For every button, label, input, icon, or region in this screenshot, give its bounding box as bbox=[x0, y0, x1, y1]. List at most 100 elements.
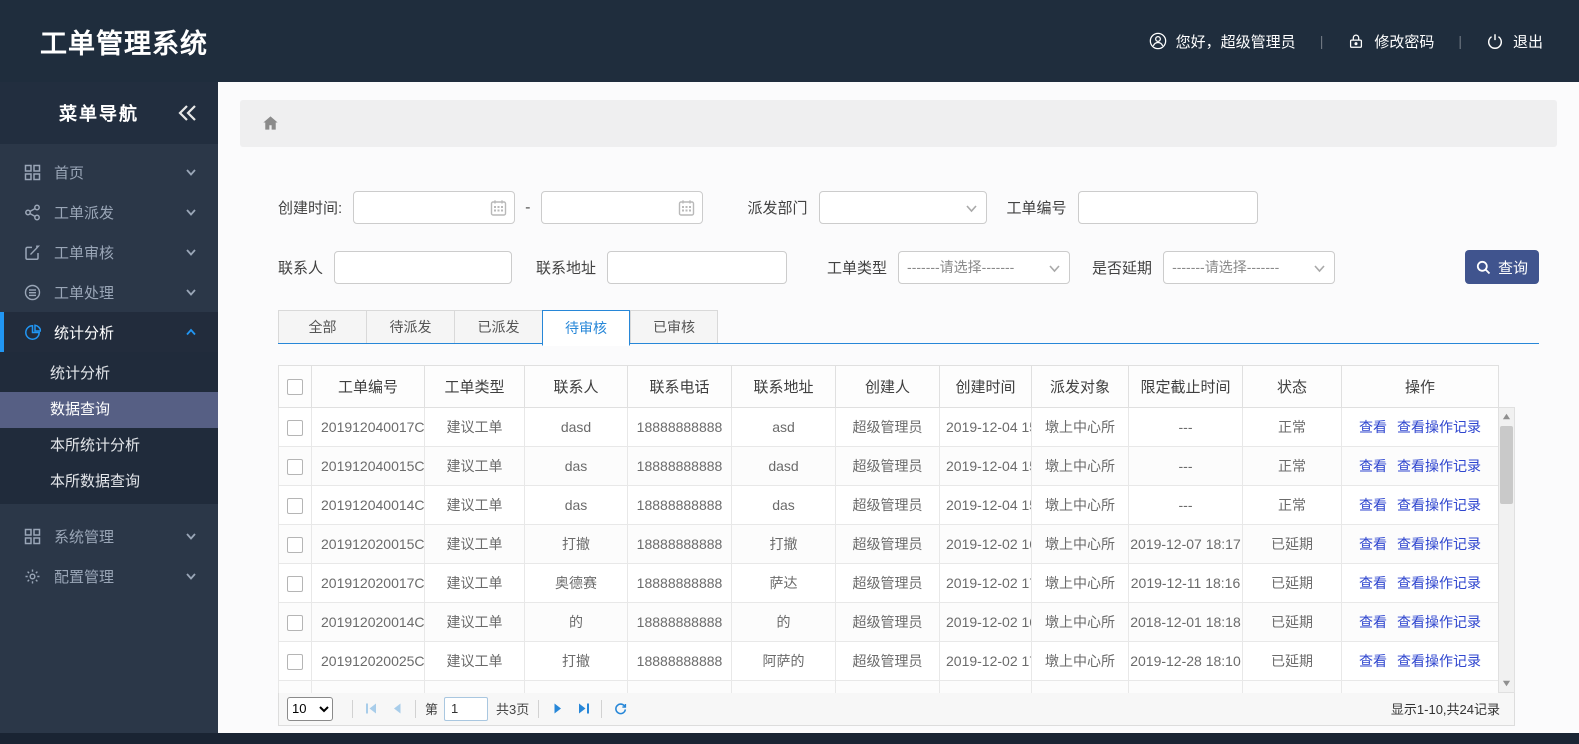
view-log-link[interactable]: 查看操作记录 bbox=[1397, 419, 1481, 435]
last-page-icon[interactable] bbox=[574, 700, 592, 718]
calendar-icon[interactable] bbox=[490, 199, 507, 216]
first-page-icon[interactable] bbox=[362, 700, 380, 718]
create-time-start-input[interactable] bbox=[353, 191, 516, 224]
view-link[interactable]: 查看 bbox=[1359, 419, 1387, 435]
refresh-icon[interactable] bbox=[611, 700, 629, 718]
cell-operations: 查看 查看操作记录 bbox=[1341, 524, 1499, 564]
row-checkbox[interactable] bbox=[287, 614, 303, 631]
row-checkbox[interactable] bbox=[287, 497, 303, 514]
grid-icon bbox=[24, 164, 41, 181]
column-header-派发对象[interactable]: 派发对象 bbox=[1031, 365, 1129, 408]
view-link[interactable]: 查看 bbox=[1359, 458, 1387, 474]
view-log-link[interactable]: 查看操作记录 bbox=[1397, 497, 1481, 513]
sidebar-item-配置管理[interactable]: 配置管理 bbox=[0, 556, 218, 596]
page-size-select[interactable]: 10 bbox=[287, 696, 333, 721]
sidebar-item-首页[interactable]: 首页 bbox=[0, 152, 218, 192]
row-checkbox[interactable] bbox=[287, 458, 303, 475]
sidebar-subitem-数据查询[interactable]: 数据查询 bbox=[0, 392, 218, 428]
home-icon[interactable] bbox=[261, 114, 280, 133]
sidebar-subitem-本所数据查询[interactable]: 本所数据查询 bbox=[0, 464, 218, 500]
column-header-操作[interactable]: 操作 bbox=[1341, 365, 1499, 408]
column-header-限定截止时间[interactable]: 限定截止时间 bbox=[1128, 365, 1243, 408]
next-page-icon[interactable] bbox=[548, 700, 566, 718]
create-time-end-input[interactable] bbox=[540, 191, 703, 224]
row-checkbox[interactable] bbox=[287, 419, 303, 436]
table-row: 201912040014C 建议工单 das 18888888888 das 超级管理员 2… bbox=[278, 485, 1499, 525]
row-checkbox[interactable] bbox=[287, 653, 303, 670]
contact-input[interactable] bbox=[334, 250, 513, 284]
row-checkbox[interactable] bbox=[287, 536, 303, 553]
tab-待派发[interactable]: 待派发 bbox=[366, 310, 454, 344]
row-checkbox[interactable] bbox=[287, 575, 303, 592]
column-header-创建人[interactable]: 创建人 bbox=[835, 365, 940, 408]
table-scrollbar[interactable] bbox=[1498, 407, 1515, 693]
view-log-link[interactable]: 查看操作记录 bbox=[1397, 458, 1481, 474]
view-link[interactable]: 查看 bbox=[1359, 653, 1387, 669]
column-header-工单类型[interactable]: 工单类型 bbox=[424, 365, 525, 408]
column-header-创建时间[interactable]: 创建时间 bbox=[939, 365, 1032, 408]
view-log-link[interactable]: 查看操作记录 bbox=[1397, 536, 1481, 552]
status-badge: 正常 bbox=[1242, 485, 1342, 525]
order-type-select[interactable]: -------请选择------- bbox=[898, 250, 1071, 284]
cell-phone: 18888888888 bbox=[627, 602, 732, 642]
change-password-button[interactable]: 修改密码 bbox=[1347, 31, 1434, 52]
search-button[interactable]: 查询 bbox=[1465, 250, 1539, 284]
tab-全部[interactable]: 全部 bbox=[278, 310, 366, 344]
prev-page-icon[interactable] bbox=[388, 700, 406, 718]
calendar-icon[interactable] bbox=[678, 199, 695, 216]
sidebar-subitem-统计分析[interactable]: 统计分析 bbox=[0, 356, 218, 392]
cell-order-no: 201912040015C bbox=[311, 446, 425, 486]
cell-phone: 18888888888 bbox=[627, 524, 732, 564]
contact-label: 联系人 bbox=[278, 259, 324, 277]
collapse-sidebar-icon[interactable] bbox=[176, 102, 198, 124]
address-input[interactable] bbox=[607, 250, 788, 284]
view-link[interactable]: 查看 bbox=[1359, 497, 1387, 513]
page-number-input[interactable] bbox=[444, 696, 489, 721]
scroll-down-icon[interactable] bbox=[1499, 676, 1514, 692]
create-time-label: 创建时间: bbox=[278, 200, 343, 217]
table-row: 201912040017C 建议工单 dasd 18888888888 asd 超级管理员… bbox=[278, 407, 1499, 447]
table-row: 201912040015C 建议工单 das 18888888888 dasd 超级管理员… bbox=[278, 446, 1499, 486]
tab-待审核[interactable]: 待审核 bbox=[542, 310, 630, 346]
sidebar-item-工单审核[interactable]: 工单审核 bbox=[0, 232, 218, 272]
cell-dispatch-target: 墩上中心所 bbox=[1031, 602, 1129, 642]
sidebar-header: 菜单导航 bbox=[0, 82, 218, 144]
gear-icon bbox=[24, 568, 41, 585]
view-log-link[interactable]: 查看操作记录 bbox=[1397, 575, 1481, 591]
user-greeting[interactable]: 您好，超级管理员 bbox=[1149, 31, 1296, 52]
column-header-联系人[interactable]: 联系人 bbox=[524, 365, 628, 408]
sidebar-item-系统管理[interactable]: 系统管理 bbox=[0, 516, 218, 556]
view-link[interactable]: 查看 bbox=[1359, 575, 1387, 591]
sidebar-item-统计分析[interactable]: 统计分析 bbox=[0, 312, 218, 352]
row-select-cell bbox=[278, 602, 312, 642]
select-all-checkbox[interactable] bbox=[287, 379, 303, 396]
column-header-联系地址[interactable]: 联系地址 bbox=[731, 365, 836, 408]
cell-deadline: 2019-12-28 18:10 bbox=[1128, 641, 1243, 681]
user-icon bbox=[1149, 32, 1167, 50]
sidebar-subitem-本所统计分析[interactable]: 本所统计分析 bbox=[0, 428, 218, 464]
sidebar-item-工单处理[interactable]: 工单处理 bbox=[0, 272, 218, 312]
column-header-工单编号[interactable]: 工单编号 bbox=[311, 365, 425, 408]
scroll-up-icon[interactable] bbox=[1499, 408, 1514, 424]
view-log-link[interactable]: 查看操作记录 bbox=[1397, 614, 1481, 630]
chevron-down-icon bbox=[184, 245, 198, 259]
column-header-联系电话[interactable]: 联系电话 bbox=[627, 365, 732, 408]
view-link[interactable]: 查看 bbox=[1359, 614, 1387, 630]
chevron-down-icon bbox=[1048, 262, 1061, 275]
tab-已审核[interactable]: 已审核 bbox=[630, 310, 718, 344]
logout-button[interactable]: 退出 bbox=[1486, 31, 1543, 52]
scrollbar-thumb[interactable] bbox=[1500, 426, 1513, 504]
power-icon bbox=[1486, 32, 1504, 50]
sidebar-item-label: 首页 bbox=[54, 164, 85, 182]
view-log-link[interactable]: 查看操作记录 bbox=[1397, 653, 1481, 669]
sidebar-item-工单派发[interactable]: 工单派发 bbox=[0, 192, 218, 232]
tab-已派发[interactable]: 已派发 bbox=[454, 310, 542, 344]
dispatch-dept-select[interactable] bbox=[818, 191, 987, 224]
cell-creator: 超级管理员 bbox=[835, 485, 940, 525]
table-row: 201912020014C 建议工单的 18888888888 的超级管理员 2019-… bbox=[278, 602, 1499, 642]
delay-select[interactable]: -------请选择------- bbox=[1163, 250, 1336, 284]
pager-divider bbox=[352, 699, 353, 718]
order-no-input[interactable] bbox=[1077, 191, 1258, 224]
column-header-状态[interactable]: 状态 bbox=[1242, 365, 1342, 408]
view-link[interactable]: 查看 bbox=[1359, 536, 1387, 552]
